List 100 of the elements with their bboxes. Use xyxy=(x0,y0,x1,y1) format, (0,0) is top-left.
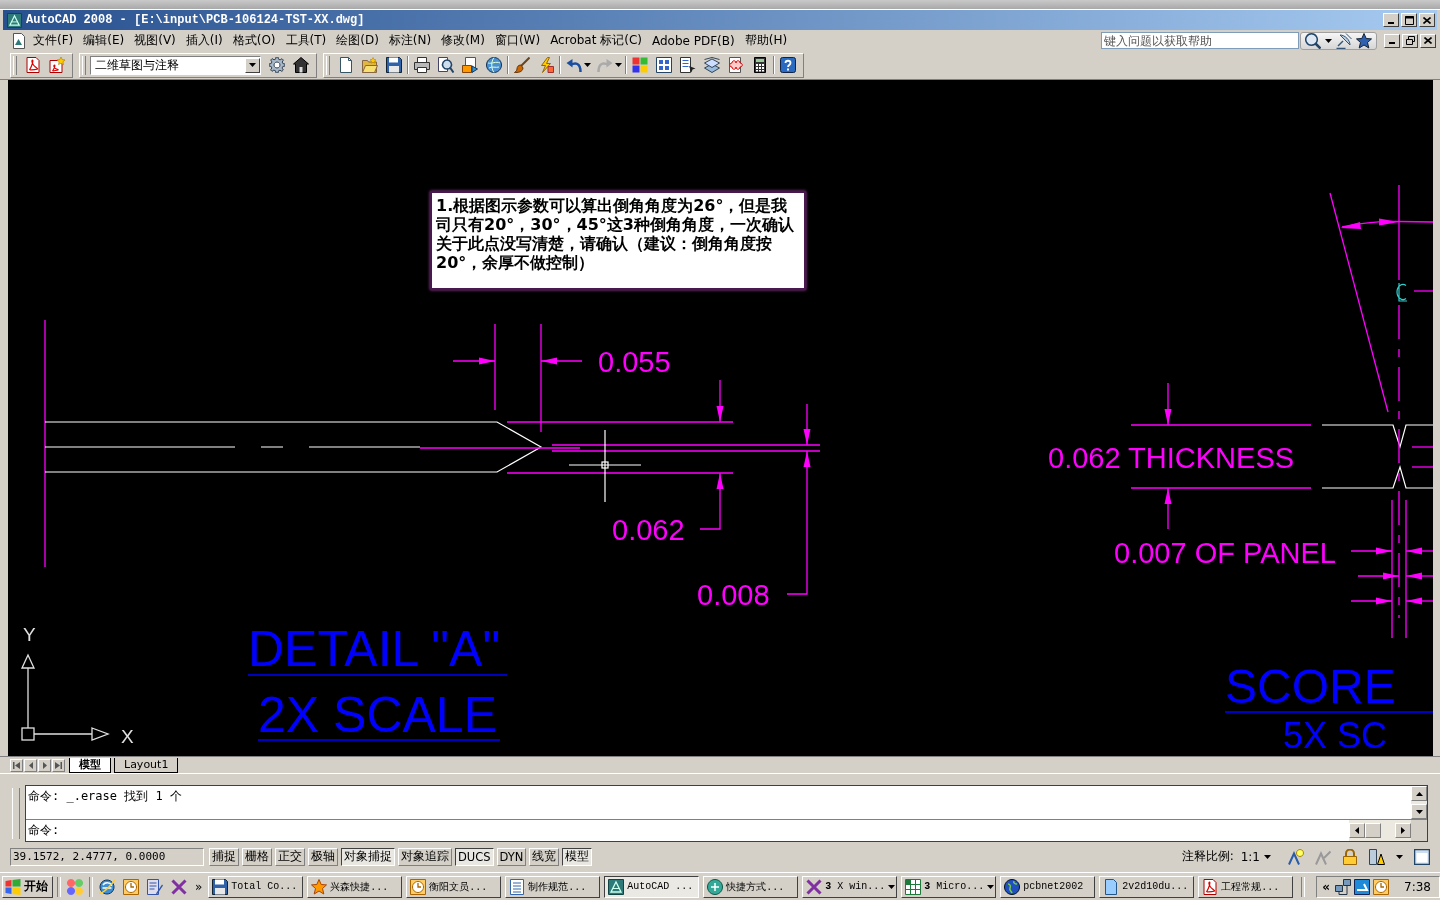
clock-icon[interactable] xyxy=(1373,878,1390,895)
dropdown-button[interactable] xyxy=(245,57,260,73)
next-tab-button[interactable] xyxy=(38,758,51,772)
menu-item[interactable]: 修改(M) xyxy=(440,31,486,50)
menu-item[interactable]: 窗口(W) xyxy=(493,31,542,50)
command-grip[interactable] xyxy=(12,788,20,839)
taskbar-button[interactable]: 兴森快捷... xyxy=(307,875,403,898)
tile-icon[interactable] xyxy=(1354,878,1371,895)
browser-icon[interactable] xyxy=(99,878,115,895)
pdf-star-icon[interactable] xyxy=(49,57,65,73)
horizontal-scrollbar[interactable] xyxy=(1349,820,1411,841)
tray-expand-button[interactable]: « xyxy=(1320,879,1333,894)
folder-icon[interactable] xyxy=(362,57,378,73)
colored-balls-icon[interactable] xyxy=(67,878,83,895)
bulb-triangle-icon[interactable] xyxy=(1288,848,1304,865)
search-icon[interactable] xyxy=(1305,32,1321,49)
color-squares-icon[interactable] xyxy=(632,57,648,73)
caret-icon[interactable] xyxy=(615,63,622,67)
clock-icon[interactable] xyxy=(123,878,139,895)
house-icon[interactable] xyxy=(293,57,309,73)
first-tab-button[interactable] xyxy=(10,758,23,772)
workspace-dropdown[interactable]: 二维草图与注释 xyxy=(90,55,261,75)
taskbar-button[interactable]: 3 X win... xyxy=(802,875,898,898)
scrollbar-thumb[interactable] xyxy=(1365,823,1381,838)
start-button[interactable]: 开始 xyxy=(2,875,53,898)
pdf-icon[interactable] xyxy=(25,57,41,73)
scroll-up-button[interactable] xyxy=(1411,786,1427,801)
globe-icon[interactable] xyxy=(486,57,502,73)
save-icon[interactable] xyxy=(386,57,402,73)
caret-icon[interactable] xyxy=(584,63,591,67)
grid-icon[interactable] xyxy=(656,57,672,73)
window-icon[interactable] xyxy=(1414,848,1430,865)
scroll-down-button[interactable] xyxy=(1411,804,1427,819)
previous-tab-button[interactable] xyxy=(24,758,37,772)
document-icon[interactable] xyxy=(11,32,27,49)
satellite-dish-icon[interactable] xyxy=(1336,32,1352,49)
gear-icon[interactable] xyxy=(269,57,285,73)
annotation-scale-dropdown[interactable]: 1:1 xyxy=(1240,849,1271,864)
status-toggle[interactable]: 栅格 xyxy=(242,847,272,866)
menu-item[interactable]: 插入(I) xyxy=(184,31,224,50)
scroll-left-button[interactable] xyxy=(1349,823,1365,838)
restore-button[interactable] xyxy=(1402,33,1418,48)
status-toggle[interactable]: DUCS xyxy=(455,847,494,866)
notepad-icon[interactable] xyxy=(147,878,163,895)
taskbar-button[interactable]: AutoCAD ... xyxy=(604,875,700,898)
network-icon[interactable] xyxy=(1335,878,1352,895)
brush-icon[interactable] xyxy=(514,57,530,73)
padlock-icon[interactable] xyxy=(1342,848,1358,865)
status-toggle[interactable]: 模型 xyxy=(562,847,593,866)
taskbar-button[interactable]: 快捷方式... xyxy=(703,875,799,898)
warning-icon[interactable] xyxy=(1369,848,1385,865)
menu-item[interactable]: 格式(O) xyxy=(231,31,277,50)
close-button[interactable] xyxy=(1420,33,1436,48)
vertical-scrollbar[interactable] xyxy=(1411,786,1427,819)
layout-tab[interactable]: Layout1 xyxy=(114,757,179,773)
status-toggle[interactable]: 极轴 xyxy=(308,847,338,866)
status-toggle[interactable]: 捕捉 xyxy=(209,847,239,866)
caret-icon[interactable] xyxy=(1325,38,1332,43)
menu-item[interactable]: 编辑(E) xyxy=(82,31,126,50)
maximize-button[interactable] xyxy=(1401,13,1417,27)
menu-item[interactable]: Adobe PDF(B) xyxy=(650,32,736,49)
toolbar-grip[interactable] xyxy=(326,55,330,75)
menu-item[interactable]: 绘图(D) xyxy=(335,31,380,50)
scroll-right-button[interactable] xyxy=(1395,823,1411,838)
lightning-icon[interactable] xyxy=(538,57,554,73)
overflow-button[interactable]: » xyxy=(193,876,205,897)
taskbar-button[interactable]: 3 Micro... xyxy=(901,875,997,898)
taskbar-button[interactable]: Total Co... xyxy=(208,875,304,898)
x-mark-icon[interactable] xyxy=(171,878,187,895)
status-toggle[interactable]: DYN xyxy=(496,847,527,866)
magnifier-page-icon[interactable] xyxy=(438,57,454,73)
status-toggle[interactable]: 线宽 xyxy=(529,847,560,866)
status-toggle[interactable]: 对象捕捉 xyxy=(341,847,395,866)
minimize-button[interactable] xyxy=(1383,13,1399,27)
layout-tab[interactable]: 模型 xyxy=(69,757,111,773)
command-line-field[interactable]: 命令: xyxy=(26,820,1349,841)
document-pointer-icon[interactable] xyxy=(680,57,696,73)
menu-item[interactable]: Acrobat 标记(C) xyxy=(549,31,643,50)
status-toggle[interactable]: 对象追踪 xyxy=(398,847,452,866)
toolbar-grip[interactable] xyxy=(82,55,86,75)
close-button[interactable] xyxy=(1419,13,1435,27)
new-file-icon[interactable] xyxy=(338,57,354,73)
toolbar-grip[interactable] xyxy=(13,55,17,75)
menu-item[interactable]: 视图(V) xyxy=(133,31,177,50)
printer-icon[interactable] xyxy=(414,57,430,73)
taskbar-button[interactable]: 衡阳文员... xyxy=(406,875,502,898)
taskbar-button[interactable]: 2v2d10du... xyxy=(1099,875,1195,898)
cloud-markup-icon[interactable] xyxy=(728,57,744,73)
menu-item[interactable]: 工具(T) xyxy=(284,31,328,50)
minimize-button[interactable] xyxy=(1384,33,1400,48)
taskbar-button[interactable]: 制作规范... xyxy=(505,875,601,898)
star-icon[interactable] xyxy=(1356,32,1372,49)
help-icon[interactable] xyxy=(780,57,796,73)
status-toggle[interactable]: 正交 xyxy=(275,847,305,866)
page-arrow-icon[interactable] xyxy=(462,57,478,73)
drawing-canvas[interactable]: 0.055 0.062 0.008 DETAIL "A" 2X SCALE Y X 0.062 THICKNESS 0.007 OF PANEL SCORE 5X SC 1.根据图示参数可以算出倒角角度为26°，但是我司只有20°，30°，45°这3种倒角角度，一次确认关于此点没写清楚，请确认（建议：倒角角度按20°，余厚不做控制） xyxy=(8,80,1433,756)
taskbar-button[interactable]: pcbnet2002 xyxy=(1000,875,1096,898)
help-search-field[interactable]: 键入问题以获取帮助 xyxy=(1101,32,1299,49)
caret-icon[interactable] xyxy=(1396,854,1403,859)
taskbar-button[interactable]: 工程常规... xyxy=(1198,875,1294,898)
